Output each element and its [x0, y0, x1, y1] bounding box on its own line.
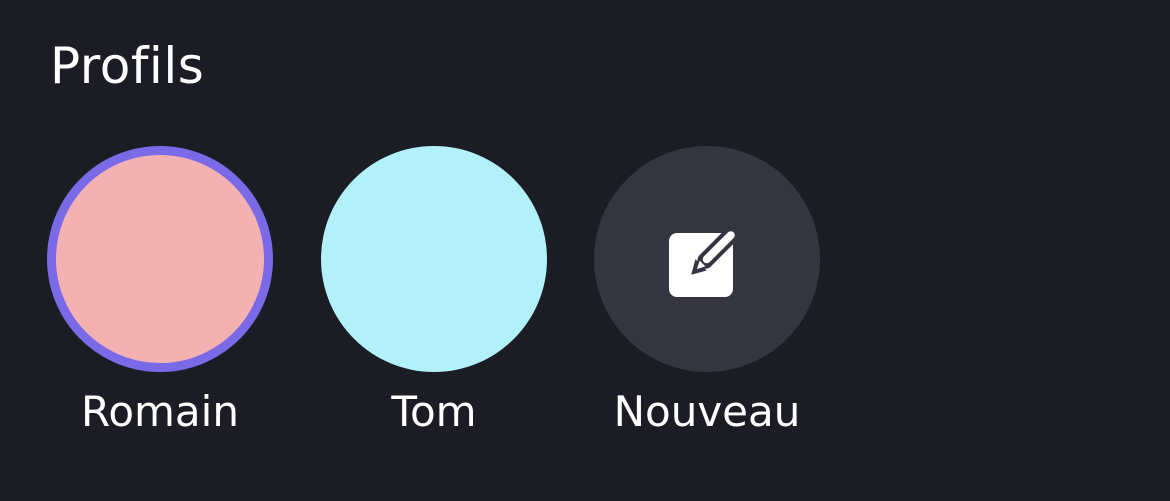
profile-tom[interactable]: Tom — [321, 146, 547, 456]
profile-name: Romain — [81, 387, 239, 436]
new-profile-button[interactable]: Nouveau — [594, 146, 820, 456]
avatar — [594, 146, 820, 372]
profile-romain[interactable]: Romain — [47, 146, 273, 456]
avatar — [321, 146, 547, 372]
edit-icon — [669, 227, 739, 297]
profiles-row: Romain Tom Nouveau — [0, 0, 1170, 501]
profile-name: Nouveau — [613, 387, 801, 436]
profile-name: Tom — [391, 387, 477, 436]
avatar — [47, 146, 273, 372]
